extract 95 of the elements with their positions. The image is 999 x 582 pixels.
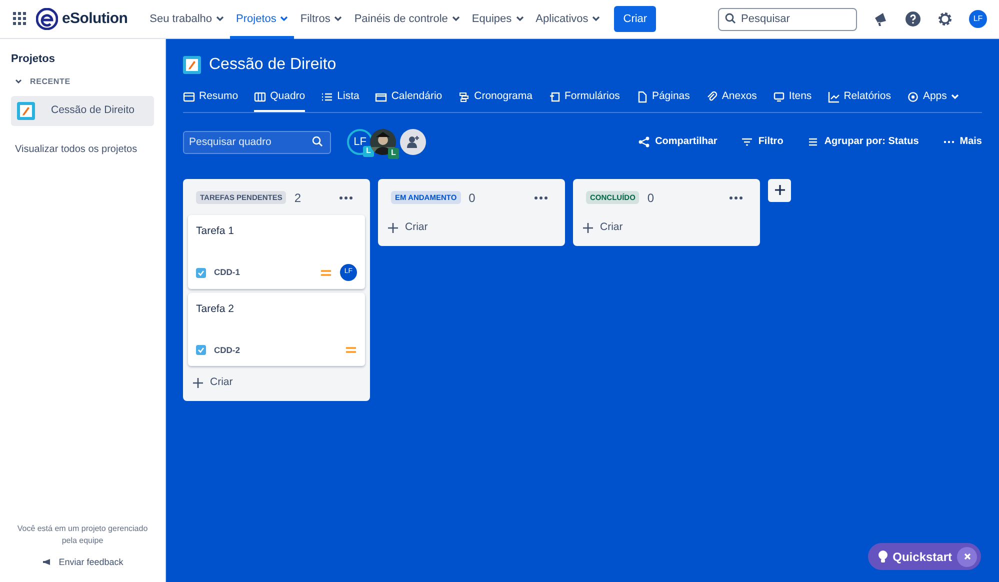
tab[interactable]: Cronograma bbox=[458, 85, 532, 112]
toolbar-button[interactable]: Filtro bbox=[741, 134, 784, 150]
create-issue-button[interactable]: Criar bbox=[383, 214, 433, 240]
info-text: Você está em um projeto gerenciado pela equipe bbox=[16, 522, 149, 546]
chevron-down-icon bbox=[280, 16, 288, 22]
chevron-down-icon bbox=[216, 16, 224, 22]
page-icon bbox=[636, 90, 648, 103]
plus-icon bbox=[583, 222, 593, 233]
search-field[interactable]: Pesquisar bbox=[718, 8, 857, 31]
form-icon bbox=[548, 90, 560, 103]
share-icon bbox=[638, 136, 650, 148]
toolbar-button[interactable]: Mais bbox=[942, 134, 982, 150]
summary-icon bbox=[183, 90, 195, 103]
feedback-button[interactable]: Enviar feedback bbox=[36, 554, 130, 570]
calendar-icon bbox=[375, 90, 388, 103]
create-issue-button[interactable]: Criar bbox=[578, 214, 628, 240]
more-icon bbox=[339, 196, 353, 200]
tab[interactable]: Lista bbox=[321, 85, 360, 112]
issue-count: 0 bbox=[468, 190, 476, 207]
tab[interactable]: Resumo bbox=[183, 85, 238, 112]
view-all-projects-link[interactable]: Visualizar todos os projetos bbox=[11, 142, 154, 156]
add-person-icon bbox=[406, 134, 420, 149]
issue-key[interactable]: CDD-1 bbox=[214, 266, 240, 279]
project-title: Cessão de Direito bbox=[209, 55, 336, 75]
tab[interactable]: Quadro bbox=[254, 85, 306, 112]
sidebar-title: Projetos bbox=[11, 52, 56, 67]
issue-key[interactable]: CDD-2 bbox=[214, 344, 240, 357]
filter-icon bbox=[741, 136, 754, 148]
megaphone-icon bbox=[42, 558, 51, 566]
tab[interactable]: Itens bbox=[772, 85, 812, 112]
issue-card[interactable]: Tarefa 2 CDD-2 bbox=[188, 292, 365, 366]
monitor-icon bbox=[772, 90, 785, 103]
tab[interactable]: Páginas bbox=[636, 85, 690, 112]
paperclip-icon bbox=[706, 90, 718, 103]
timeline-icon bbox=[458, 90, 470, 103]
checkbox-icon bbox=[196, 268, 206, 278]
issue-title: Tarefa 2 bbox=[196, 302, 235, 316]
chevron-down-icon bbox=[592, 16, 600, 22]
app-switcher-icon[interactable] bbox=[12, 11, 28, 27]
user-avatar[interactable]: LF bbox=[969, 10, 987, 28]
add-people-button[interactable] bbox=[400, 128, 426, 155]
board-icon bbox=[254, 90, 266, 103]
plus-icon bbox=[193, 378, 203, 388]
more-icon bbox=[729, 196, 743, 200]
tab[interactable]: Calendário bbox=[375, 85, 442, 112]
plus-icon bbox=[388, 222, 398, 233]
gear-icon bbox=[906, 90, 919, 103]
sidebar-item[interactable]: Cessão de Direito bbox=[11, 96, 154, 126]
chart-icon bbox=[828, 90, 840, 103]
avatar-badge: L bbox=[363, 146, 374, 157]
project-icon bbox=[17, 102, 35, 120]
chevron-down-icon bbox=[452, 16, 460, 22]
chevron-down-icon bbox=[334, 16, 342, 22]
quickstart-button[interactable]: Quickstart bbox=[868, 543, 981, 570]
chevron-down-icon bbox=[950, 94, 959, 100]
issue-count: 2 bbox=[294, 190, 302, 207]
project-icon bbox=[183, 56, 201, 74]
settings-icon[interactable] bbox=[937, 11, 953, 27]
search-icon bbox=[312, 136, 323, 147]
lightbulb-icon bbox=[878, 550, 888, 563]
nav-menu[interactable]: Painéis de controle bbox=[348, 0, 466, 38]
tab[interactable]: Anexos bbox=[706, 85, 757, 112]
issue-count: 0 bbox=[647, 190, 654, 207]
medium-priority-icon bbox=[320, 268, 332, 278]
nav-menu[interactable]: Seu trabalho bbox=[144, 0, 230, 38]
more-icon bbox=[534, 196, 548, 200]
create-issue-button[interactable]: Criar bbox=[188, 370, 238, 396]
plus-icon bbox=[774, 185, 784, 196]
help-icon[interactable] bbox=[905, 11, 921, 27]
add-column-button[interactable] bbox=[768, 178, 791, 202]
issue-title: Tarefa 1 bbox=[196, 224, 235, 239]
toolbar-button[interactable]: Agrupar por: Status bbox=[807, 134, 919, 150]
board-search-field[interactable]: Pesquisar quadro bbox=[183, 130, 331, 154]
nav-menu[interactable]: Aplicativos bbox=[530, 0, 606, 38]
logo-icon bbox=[36, 8, 58, 30]
checkbox-icon bbox=[196, 345, 206, 356]
nav-menu[interactable]: Filtros bbox=[294, 0, 348, 38]
avatar-badge: L bbox=[388, 148, 399, 159]
create-button[interactable]: Criar bbox=[614, 6, 656, 32]
megaphone-icon[interactable] bbox=[873, 11, 889, 27]
chevron-down-icon bbox=[15, 78, 22, 85]
close-button[interactable] bbox=[957, 546, 977, 566]
close-icon bbox=[964, 553, 970, 560]
group-icon bbox=[807, 136, 820, 148]
section-header[interactable]: RECENTE bbox=[11, 76, 154, 88]
nav-menu[interactable]: Equipes bbox=[466, 0, 530, 38]
logo-text: eSolution bbox=[62, 8, 128, 29]
medium-priority-icon bbox=[345, 345, 357, 356]
tab[interactable]: Apps bbox=[906, 85, 959, 112]
chevron-down-icon bbox=[516, 16, 524, 22]
tab[interactable]: Relatórios bbox=[828, 85, 891, 112]
list-icon bbox=[321, 90, 334, 103]
tab[interactable]: Formulários bbox=[548, 85, 620, 112]
toolbar-button[interactable]: Compartilhar bbox=[638, 134, 718, 150]
user-avatar[interactable]: LF L bbox=[347, 128, 373, 155]
